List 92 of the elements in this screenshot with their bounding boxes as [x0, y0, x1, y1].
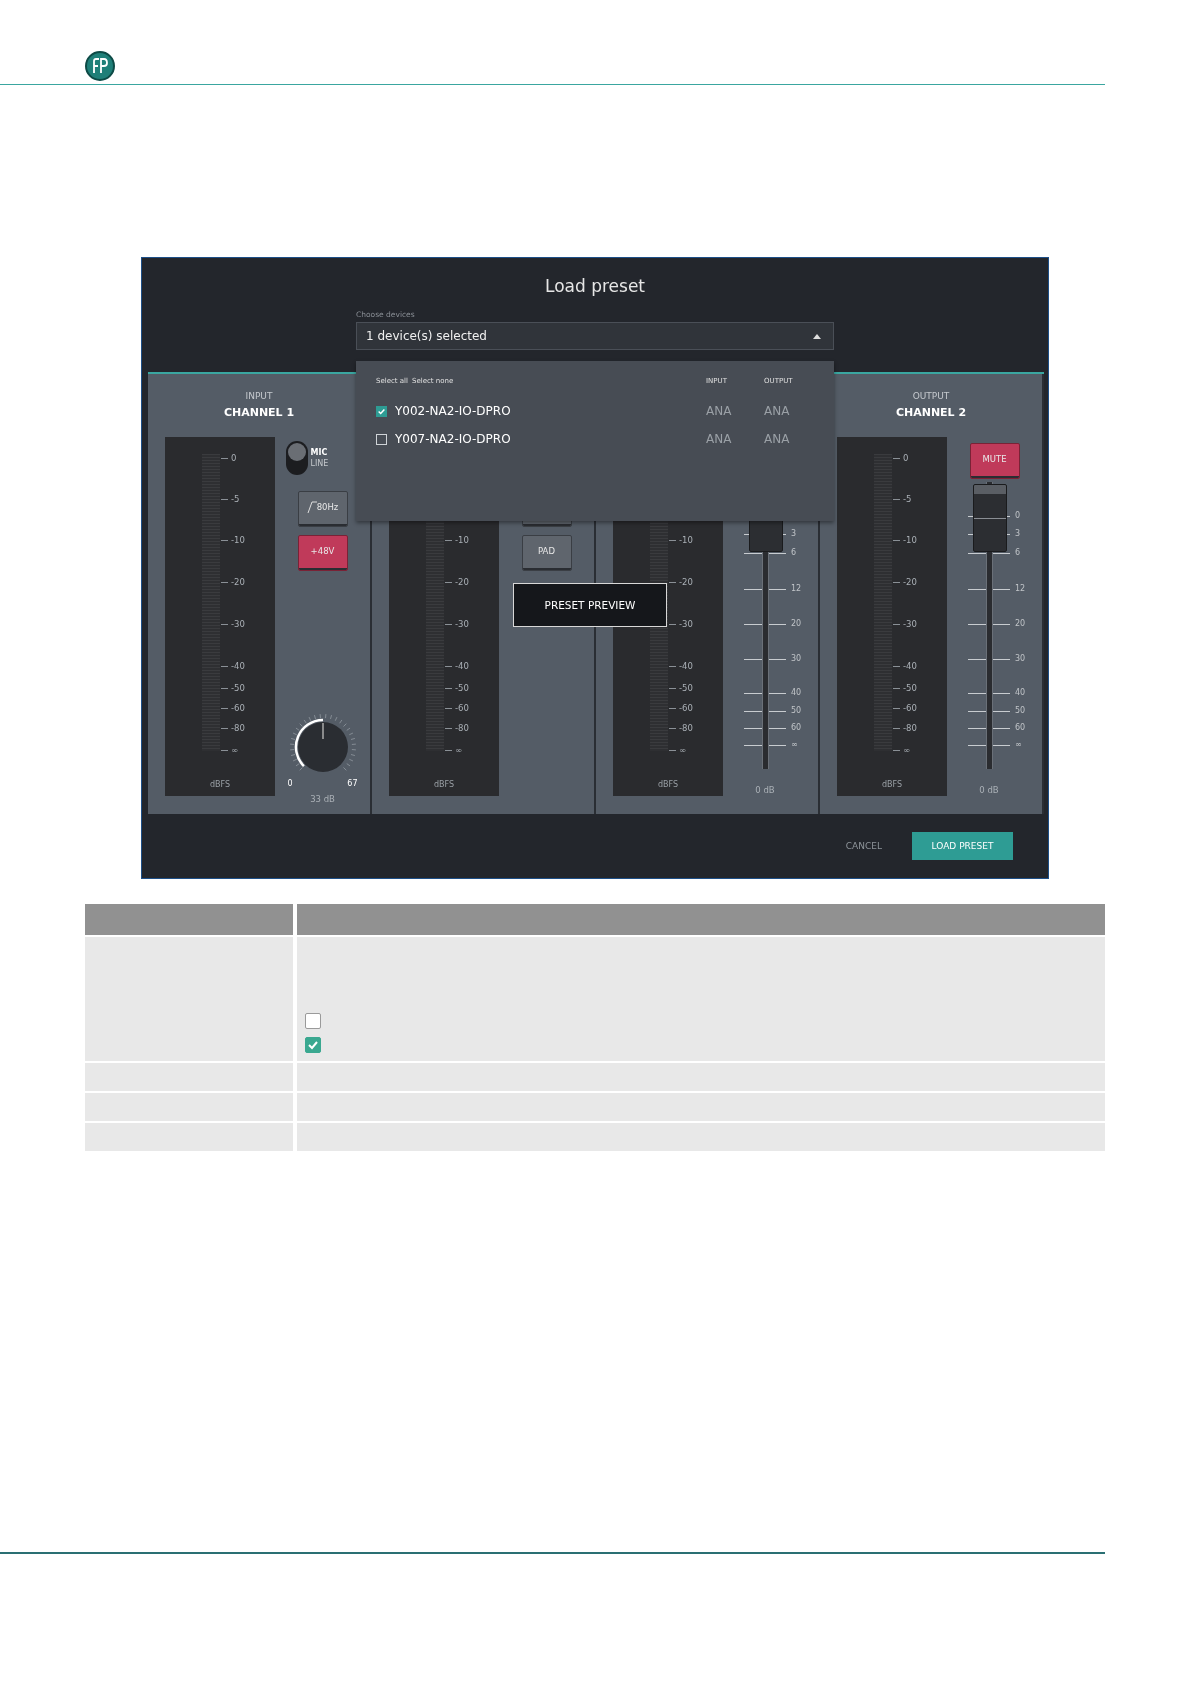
scale-label: 50 [1015, 705, 1026, 717]
scale-label: -20 [668, 576, 693, 588]
toggle-button[interactable]: 80Hz [297, 491, 348, 527]
channel-name: CHANNEL 1 [223, 406, 295, 419]
device-dropdown[interactable]: 1 device(s) selected [356, 322, 834, 350]
scale-label: -40 [892, 660, 917, 672]
output-type: ANA [764, 432, 791, 446]
scale-label: -50 [444, 682, 469, 694]
scale-label: -40 [444, 660, 469, 672]
scale-label: -10 [668, 534, 693, 546]
scale-label: -80 [668, 722, 693, 734]
scale-label: -20 [220, 576, 245, 588]
scale-label: 60 [791, 722, 802, 734]
scale-label: -40 [220, 660, 245, 672]
scale-label: -10 [892, 534, 917, 546]
scale-label: -30 [892, 618, 917, 630]
fader-thumb[interactable] [973, 483, 1007, 552]
channel-name: CHANNEL 2 [895, 406, 967, 419]
scale-label: 60 [1015, 722, 1026, 734]
scale-label: -20 [444, 576, 469, 588]
section-label: INPUT [245, 391, 273, 401]
scale-label: ∞ [220, 744, 239, 756]
unit-label: dBFS [208, 780, 232, 789]
scale-label: 40 [1015, 687, 1026, 699]
knob-min-label: 0 [287, 779, 293, 788]
scale-label: 30 [1015, 653, 1026, 665]
unit-label: dBFS [432, 780, 456, 789]
scale-label: 0 [1015, 510, 1021, 522]
scale-label: 30 [791, 653, 802, 665]
checkbox[interactable] [376, 405, 387, 417]
scale-label: -60 [444, 702, 469, 714]
scale-label: ∞ [791, 739, 798, 751]
scale-label: -10 [220, 534, 245, 546]
scale-label: 50 [791, 705, 802, 717]
scale-label: -30 [668, 618, 693, 630]
scale-label: -60 [220, 702, 245, 714]
scale-label: 20 [1015, 618, 1026, 630]
scale-label: ∞ [668, 744, 687, 756]
scale-label: -50 [668, 682, 693, 694]
scale-label: -60 [668, 702, 693, 714]
caret-icon [813, 333, 821, 339]
filter-icon [306, 501, 317, 513]
fader-reading: 0 dB [754, 785, 776, 795]
toggle-button[interactable]: MUTE [969, 443, 1020, 479]
scale-label: 0 [892, 452, 909, 464]
toggle-switch[interactable] [285, 441, 308, 475]
device-name: Y007-NA2-IO-DPRO [395, 432, 511, 446]
scale-label: 20 [791, 618, 802, 630]
checkbox[interactable] [376, 433, 387, 445]
scale-label: 12 [791, 583, 802, 595]
device-name: Y002-NA2-IO-DPRO [395, 404, 511, 418]
scale-label: ∞ [1015, 739, 1022, 751]
scale-label: 6 [791, 547, 797, 559]
scale-label: 40 [791, 687, 802, 699]
scale-label: -10 [444, 534, 469, 546]
scale-label: 3 [791, 528, 797, 540]
scale-label: 0 [220, 452, 237, 464]
scale-label: -5 [892, 493, 912, 505]
scale-label: ∞ [892, 744, 911, 756]
unit-label: dBFS [656, 780, 680, 789]
toggle-button[interactable]: PAD [521, 535, 572, 571]
output-type: ANA [764, 404, 791, 418]
scale-label: -80 [444, 722, 469, 734]
section-label: OUTPUT [912, 391, 950, 401]
toggle-button[interactable]: +48V [297, 535, 348, 571]
switch-label: MIC [310, 447, 329, 458]
fader-reading: 0 dB [978, 785, 1000, 795]
logo-icon [85, 51, 115, 81]
scale-label: 6 [1015, 547, 1021, 559]
gain-reading: 33 dB [310, 794, 335, 804]
dialog-title: Load preset [544, 276, 645, 296]
scale-label: -20 [892, 576, 917, 588]
scale-label: -50 [220, 682, 245, 694]
scale-label: -30 [444, 618, 469, 630]
load-preset-button[interactable]: LOAD PRESET [912, 832, 1013, 860]
scale-label: -40 [668, 660, 693, 672]
switch-label: LINE [310, 458, 329, 469]
scale-label: 3 [1015, 528, 1021, 540]
scale-label: -50 [892, 682, 917, 694]
scale-label: 12 [1015, 583, 1026, 595]
scale-label: ∞ [444, 744, 463, 756]
input-type: ANA [706, 432, 733, 446]
scale-label: -60 [892, 702, 917, 714]
unit-label: dBFS [880, 780, 904, 789]
scale-label: -30 [220, 618, 245, 630]
preview-banner: PRESET PREVIEW [513, 583, 667, 627]
scale-label: -5 [220, 493, 240, 505]
knob-max-label: 67 [347, 779, 358, 788]
scale-label: -80 [892, 722, 917, 734]
input-type: ANA [706, 404, 733, 418]
cancel-button[interactable]: CANCEL [845, 841, 882, 851]
scale-label: -80 [220, 722, 245, 734]
